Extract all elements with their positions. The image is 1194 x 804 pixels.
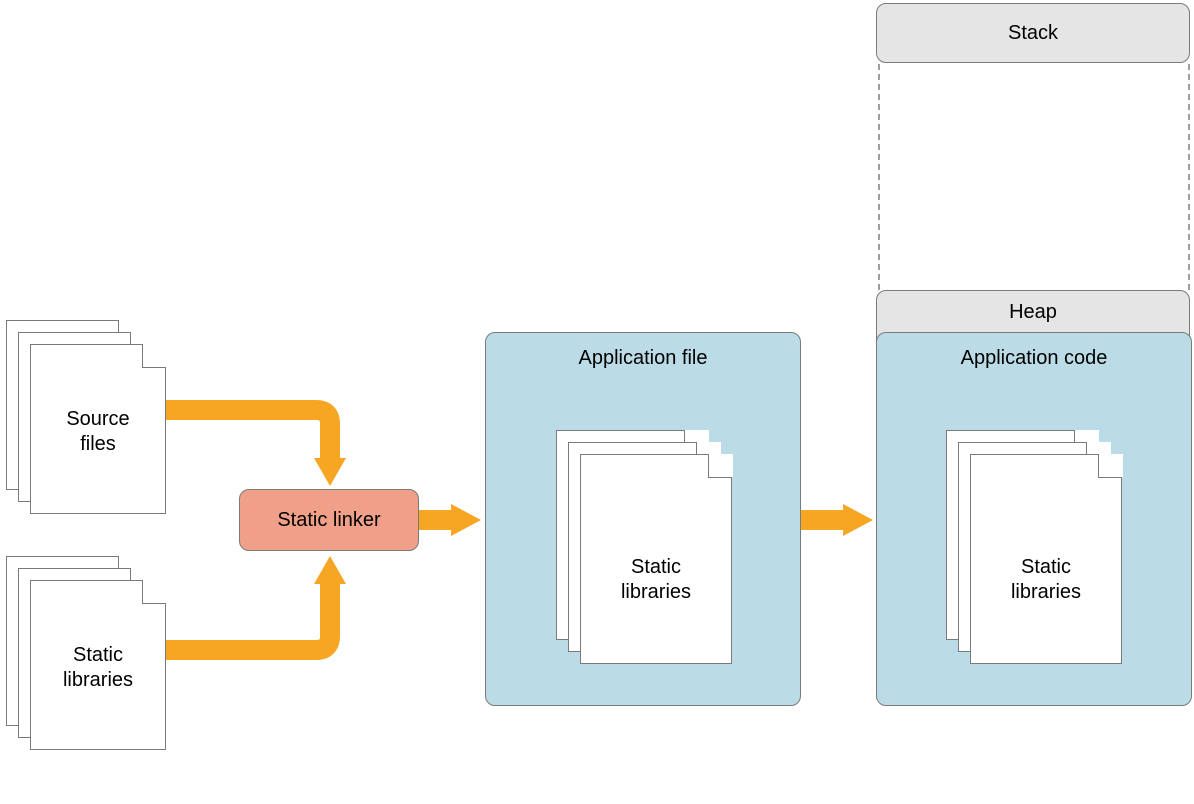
appcode-static-libraries-stack: Staticlibraries <box>946 430 1122 664</box>
arrow-linker-to-appfile <box>419 500 499 540</box>
application-code-label: Application code <box>961 347 1108 370</box>
stack-label: Stack <box>1008 22 1058 45</box>
stack-box: Stack <box>876 3 1190 63</box>
static-linker-label: Static linker <box>277 509 380 532</box>
appfile-static-libraries-stack: Staticlibraries <box>556 430 732 664</box>
application-file-label: Application file <box>579 347 708 370</box>
appfile-static-libraries-label: Staticlibraries <box>581 555 731 605</box>
appcode-static-libraries-label: Staticlibraries <box>971 555 1121 605</box>
arrow-source-to-linker <box>166 400 366 510</box>
dashed-guide-right <box>1188 64 1190 290</box>
static-libraries-stack: Staticlibraries <box>6 556 166 750</box>
source-files-stack: Sourcefiles <box>6 320 166 514</box>
diagram-stage: Stack Heap Application code Staticlibrar… <box>0 0 1194 804</box>
arrow-libs-to-linker <box>166 550 366 680</box>
heap-label: Heap <box>1009 301 1057 324</box>
source-files-label: Sourcefiles <box>31 407 165 457</box>
dashed-guide-left <box>878 64 880 290</box>
arrow-appfile-to-appcode <box>801 500 891 540</box>
static-libraries-label: Staticlibraries <box>31 643 165 693</box>
